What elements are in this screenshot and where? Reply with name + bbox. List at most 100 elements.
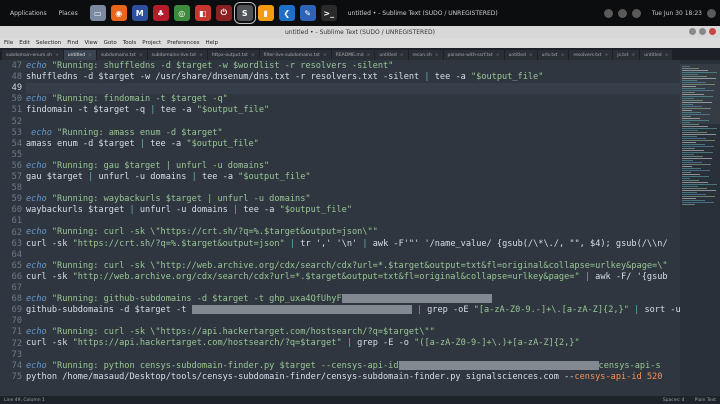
code-token: unfurl -u domains: [98, 171, 192, 182]
volume-icon[interactable]: [617, 8, 627, 18]
menu-edit[interactable]: Edit: [19, 40, 30, 46]
code-line[interactable]: [26, 250, 680, 261]
vscode-icon[interactable]: ❮: [278, 5, 295, 21]
close-tab-icon[interactable]: ×: [88, 53, 92, 58]
close-tab-icon[interactable]: ×: [496, 53, 500, 58]
firefox-icon[interactable]: ◉: [110, 5, 127, 21]
close-tab-icon[interactable]: ×: [604, 53, 608, 58]
terminal-icon[interactable]: >_: [320, 5, 337, 21]
menu-file[interactable]: File: [4, 40, 13, 46]
code-line[interactable]: echo "Running: python censys-subdomain-f…: [26, 360, 680, 372]
editor-tab[interactable]: resolvers.txt ×: [569, 50, 613, 60]
close-tab-icon[interactable]: ×: [139, 53, 143, 58]
close-tab-icon[interactable]: ×: [631, 53, 635, 58]
close-tab-icon[interactable]: ×: [665, 53, 669, 58]
power-icon[interactable]: [707, 8, 716, 18]
code-line[interactable]: [26, 283, 680, 294]
code-line[interactable]: echo "Running: curl -sk \"http://web.arc…: [26, 261, 680, 272]
code-line[interactable]: curl -sk "https://crt.sh/?q=%.$target&ou…: [26, 239, 680, 250]
menu-help[interactable]: Help: [205, 40, 218, 46]
editor-tab[interactable]: README.md ×: [331, 50, 375, 60]
code-line[interactable]: echo "Running: github-subdomains -d $tar…: [26, 293, 680, 305]
close-button[interactable]: [709, 28, 716, 35]
editor-tab[interactable]: subdomains-live.txt ×: [147, 50, 207, 60]
menu-find[interactable]: Find: [67, 40, 78, 46]
close-tab-icon[interactable]: ×: [55, 53, 59, 58]
close-tab-icon[interactable]: ×: [561, 53, 565, 58]
code-line[interactable]: echo "Running: waybackurls $target | unf…: [26, 194, 680, 205]
code-line[interactable]: [26, 316, 680, 327]
window-titlebar[interactable]: untitled • - Sublime Text (SUDO / UNREGI…: [0, 26, 720, 38]
tab-size-selector[interactable]: Spaces: 4: [663, 398, 685, 403]
minimap[interactable]: [680, 60, 720, 396]
code-token: "Running: curl -sk \"https://api.hackert…: [51, 327, 435, 338]
close-tab-icon[interactable]: ×: [323, 53, 327, 58]
malwarebytes-icon[interactable]: M: [131, 5, 148, 21]
code-line[interactable]: [26, 150, 680, 161]
code-line[interactable]: curl -sk "http://web.archive.org/cdx/sea…: [26, 272, 680, 283]
clock[interactable]: Tue Jun 30 18:23: [652, 10, 702, 17]
menu-project[interactable]: Project: [142, 40, 161, 46]
shutdown-icon[interactable]: ⏻: [215, 5, 232, 21]
burp-icon[interactable]: ◧: [194, 5, 211, 21]
tab-label: README.md: [335, 52, 364, 58]
menu-tools[interactable]: Tools: [123, 40, 137, 46]
editor-tab[interactable]: subdomain-enum.sh ×: [2, 50, 63, 60]
close-tab-icon[interactable]: ×: [435, 53, 439, 58]
places-menu[interactable]: Places: [53, 10, 84, 17]
editor-tab[interactable]: params-with-ssrf.txt ×: [443, 50, 504, 60]
code-line[interactable]: github-subdomains -d $target -t | grep -…: [26, 305, 680, 316]
applications-menu[interactable]: Applications: [4, 10, 53, 17]
editor-tab[interactable]: untitled ×: [63, 50, 96, 60]
close-tab-icon[interactable]: ×: [400, 53, 404, 58]
code-line[interactable]: echo "Running: shuffledns -d $target -w …: [26, 61, 680, 72]
editor-tab[interactable]: urls.txt ×: [537, 50, 569, 60]
code-line[interactable]: python /home/masaud/Desktop/tools/censys…: [26, 372, 680, 383]
close-tab-icon[interactable]: ×: [529, 53, 533, 58]
code-line[interactable]: [26, 83, 680, 95]
code-line[interactable]: echo "Running: gau $target | unfurl -u d…: [26, 161, 680, 172]
editor-tab[interactable]: subdomains.txt ×: [96, 50, 147, 60]
sublime-merge-icon[interactable]: ▮: [257, 5, 274, 21]
minimize-button[interactable]: [689, 28, 696, 35]
close-tab-icon[interactable]: ×: [367, 53, 371, 58]
menu-selection[interactable]: Selection: [36, 40, 61, 46]
menu-view[interactable]: View: [85, 40, 98, 46]
menu-goto[interactable]: Goto: [104, 40, 117, 46]
maximize-button[interactable]: [699, 28, 706, 35]
editor-tab[interactable]: filter-live-subdomains.txt ×: [259, 50, 331, 60]
editor-tab[interactable]: httpx-output.txt ×: [207, 50, 259, 60]
editor-tab[interactable]: untitled ×: [640, 50, 673, 60]
battery-icon[interactable]: [631, 8, 641, 18]
editor-tab[interactable]: untitled ×: [375, 50, 408, 60]
editor-icon[interactable]: ✎: [299, 5, 316, 21]
code-line[interactable]: gau $target | unfurl -u domains | tee -a…: [26, 172, 680, 183]
sublime-icon[interactable]: S: [233, 2, 256, 24]
menu-preferences[interactable]: Preferences: [167, 40, 199, 46]
editor-tab[interactable]: js.txt ×: [613, 50, 640, 60]
editor-tab[interactable]: untitled ×: [504, 50, 537, 60]
code-line[interactable]: echo "Running: findomain -t $target -q": [26, 94, 680, 105]
code-line[interactable]: echo "Running: curl -sk \"https://crt.sh…: [26, 227, 680, 238]
network-icon[interactable]: [603, 8, 613, 18]
code-line[interactable]: [26, 183, 680, 194]
editor-tab[interactable]: recon.sh ×: [408, 50, 443, 60]
code-editor[interactable]: 47 48 49 50 51 52 53 54 55 56 57 58 59 60 61 62 63 64 65 66…: [0, 60, 720, 396]
code-line[interactable]: waybackurls $target | unfurl -u domains …: [26, 205, 680, 216]
chrome-icon[interactable]: ◎: [173, 5, 190, 21]
code-line[interactable]: amass enum -d $target | tee -a "$output_…: [26, 139, 680, 150]
code-line[interactable]: shuffledns -d $target -w /usr/share/dnse…: [26, 72, 680, 83]
code-area[interactable]: echo "Running: shuffledns -d $target -w …: [26, 60, 680, 396]
syntax-selector[interactable]: Plain Text: [695, 398, 716, 403]
close-tab-icon[interactable]: ×: [251, 53, 255, 58]
code-line[interactable]: [26, 116, 680, 127]
code-line[interactable]: [26, 349, 680, 360]
close-tab-icon[interactable]: ×: [199, 53, 203, 58]
code-line[interactable]: echo "Running: amass enum -d $target": [26, 128, 680, 139]
cherrytree-icon[interactable]: ♣: [152, 5, 169, 21]
code-line[interactable]: [26, 216, 680, 227]
code-line[interactable]: echo "Running: curl -sk \"https://api.ha…: [26, 327, 680, 338]
code-line[interactable]: findomain -t $target -q | tee -a "$outpu…: [26, 105, 680, 116]
files-icon[interactable]: ▭: [89, 5, 106, 21]
code-line[interactable]: curl -sk "https://api.hackertarget.com/h…: [26, 338, 680, 349]
